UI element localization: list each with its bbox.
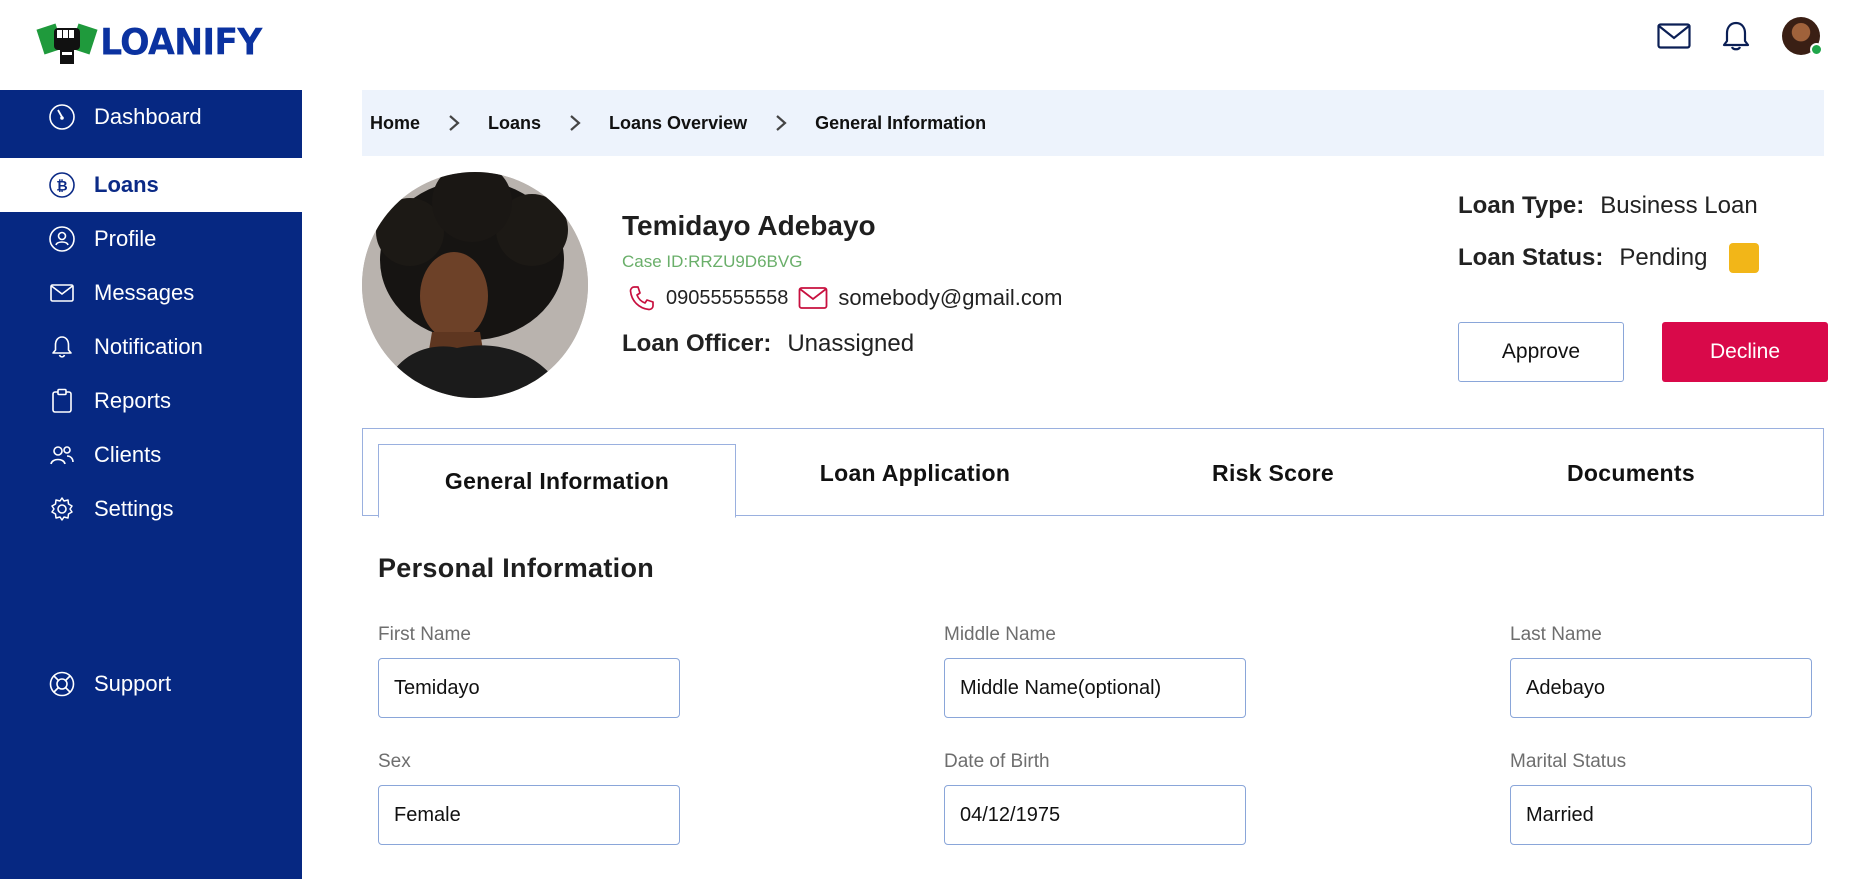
bitcoin-icon: ₿	[48, 171, 76, 199]
loan-status-label: Loan Status:	[1458, 244, 1604, 271]
tab-loan-application[interactable]: Loan Application	[736, 429, 1094, 517]
logo[interactable]: LOANIFY	[36, 18, 263, 68]
marital-status-field[interactable]	[1510, 785, 1812, 845]
status-indicator	[1729, 243, 1760, 273]
applicant-name: Temidayo Adebayo	[622, 210, 876, 241]
sidebar-item-settings[interactable]: Settings	[0, 482, 302, 536]
loan-status: Loan Status: Pending	[1458, 243, 1760, 273]
marital-status-label: Marital Status	[1510, 751, 1627, 772]
approve-button[interactable]: Approve	[1458, 322, 1624, 382]
case-id: Case ID:RRZU9D6BVG	[622, 252, 803, 271]
envelope-icon	[48, 279, 76, 307]
loan-type-value: Business Loan	[1600, 192, 1758, 219]
middle-name-field[interactable]	[944, 658, 1246, 718]
last-name-label: Last Name	[1510, 624, 1602, 645]
gauge-icon	[48, 103, 76, 131]
sidebar-item-label: Profile	[94, 226, 157, 251]
sidebar-item-label: Settings	[94, 496, 174, 521]
sex-field[interactable]	[378, 785, 680, 845]
phone-number: 09055555558	[666, 286, 789, 309]
tab-risk-score[interactable]: Risk Score	[1094, 429, 1452, 517]
sidebar-item-label: Loans	[94, 172, 159, 197]
date-of-birth-label: Date of Birth	[944, 751, 1050, 772]
loan-status-value: Pending	[1619, 244, 1708, 271]
user-circle-icon	[48, 225, 76, 253]
top-bar: LOANIFY	[0, 0, 1868, 90]
sidebar-item-label: Clients	[94, 442, 162, 467]
sidebar-item-label: Support	[94, 671, 172, 696]
tab-general-information[interactable]: General Information	[378, 444, 736, 518]
loan-type-label: Loan Type:	[1458, 192, 1585, 219]
sidebar-item-notification[interactable]: Notification	[0, 320, 302, 374]
mail-icon[interactable]	[1654, 16, 1694, 56]
first-name-field[interactable]	[378, 658, 680, 718]
bell-icon[interactable]	[1716, 16, 1756, 56]
middle-name-label: Middle Name	[944, 624, 1056, 645]
breadcrumb-loans-overview[interactable]: Loans Overview	[609, 113, 747, 134]
loan-type: Loan Type: Business Loan	[1458, 192, 1758, 220]
sidebar-item-reports[interactable]: Reports	[0, 374, 302, 428]
sex-label: Sex	[378, 751, 411, 772]
breadcrumb-general-information: General Information	[815, 112, 987, 133]
breadcrumb: Home Loans Loans Overview General Inform…	[362, 90, 1824, 156]
bell-icon	[48, 333, 76, 361]
breadcrumb-home[interactable]: Home	[370, 113, 420, 134]
sidebar-item-support[interactable]: Support	[0, 657, 302, 711]
sidebar-item-dashboard[interactable]: Dashboard	[0, 90, 302, 144]
breadcrumb-loans[interactable]: Loans	[488, 113, 541, 134]
sidebar-item-label: Messages	[94, 280, 195, 305]
email-address[interactable]: somebody@gmail.com	[838, 285, 1062, 311]
sidebar-item-loans[interactable]: ₿ Loans	[0, 158, 302, 212]
loan-officer: Loan Officer: Unassigned	[622, 330, 914, 358]
decline-button[interactable]: Decline	[1662, 322, 1828, 382]
top-icons	[1632, 16, 1823, 56]
user-avatar[interactable]	[1782, 17, 1823, 56]
loan-officer-value: Unassigned	[787, 330, 915, 357]
email-icon	[798, 286, 828, 310]
profile-photo	[362, 172, 588, 398]
tab-documents[interactable]: Documents	[1452, 429, 1810, 517]
svg-text:₿: ₿	[56, 179, 67, 195]
section-title: Personal Information	[378, 553, 655, 583]
sidebar-item-messages[interactable]: Messages	[0, 266, 302, 320]
sidebar-item-label: Notification	[94, 334, 203, 359]
fist-money-logo-icon	[36, 23, 98, 64]
tab-bar: General Information Loan Application Ris…	[362, 428, 1824, 518]
loan-officer-label: Loan Officer:	[622, 330, 772, 357]
chevron-right-icon	[434, 114, 474, 132]
sidebar-item-profile[interactable]: Profile	[0, 212, 302, 266]
first-name-label: First Name	[378, 624, 471, 645]
clipboard-icon	[48, 387, 76, 415]
brand-name: LOANIFY	[100, 22, 263, 64]
last-name-field[interactable]	[1510, 658, 1812, 718]
contact-info: 09055555558 somebody@gmail.com	[628, 284, 1062, 312]
gear-icon	[48, 495, 76, 523]
date-of-birth-field[interactable]	[944, 785, 1246, 845]
online-status-dot	[1810, 43, 1823, 56]
sidebar-item-label: Dashboard	[94, 104, 202, 129]
chevron-right-icon	[555, 114, 595, 132]
sidebar: Dashboard ₿ Loans Profile Messages Notif…	[0, 90, 302, 879]
sidebar-item-clients[interactable]: Clients	[0, 428, 302, 482]
phone-icon	[628, 284, 656, 312]
users-icon	[48, 441, 76, 469]
chevron-right-icon	[761, 114, 801, 132]
sidebar-item-label: Reports	[94, 388, 172, 413]
lifebuoy-icon	[48, 670, 76, 698]
